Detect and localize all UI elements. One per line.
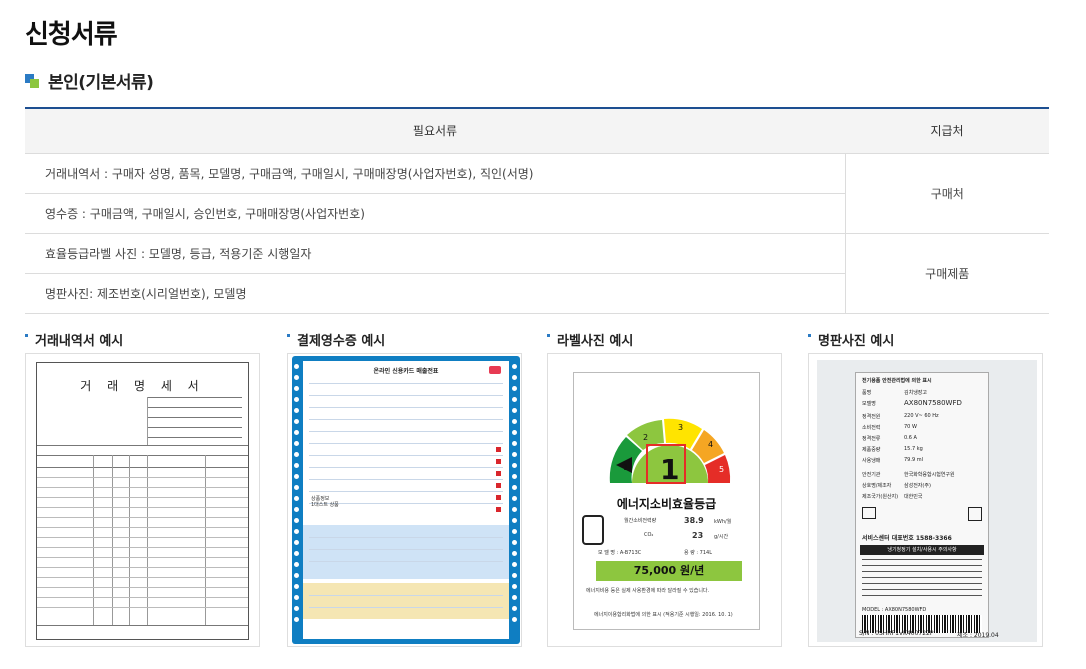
spec-value: 대한민국 — [904, 494, 923, 500]
spec-key: 모델명 — [862, 401, 876, 407]
spec-key: 품명 — [862, 390, 872, 396]
doc-cell: 효율등급라벨 사진 : 모델명, 등급, 적용기준 시행일자 — [25, 233, 845, 274]
header-required-docs: 필요서류 — [25, 108, 845, 154]
energy-label-example-image: 1 2 3 4 5 1 에너지소비효율등급 월간소비전력량 38.9 kWh/월… — [547, 353, 782, 647]
spec-value: 김치냉장고 — [904, 390, 928, 396]
receipt-document: 온라인 신용카드 매출전표 상품정보 1대스트 상품 — [292, 356, 520, 644]
table-header-row: 필요서류 지급처 — [25, 108, 1049, 154]
co2-label: CO₂ — [644, 532, 654, 538]
spec-key: 사용냉매 — [862, 458, 881, 464]
doc-cell: 거래내역서 : 구매자 성명, 품목, 모델명, 구매금액, 구매일시, 구매매… — [25, 153, 845, 194]
spec-value: 한국화학융합시험연구원 — [904, 472, 955, 478]
nameplate: 전기용품 안전관리법에 의한 표시 품명 김치냉장고 모델명 AX80N7580… — [855, 372, 989, 638]
example-label-text: 라벨사진 예시 — [557, 334, 634, 349]
efficiency-grade: 1 — [660, 453, 679, 486]
example-label-text: 결제영수증 예시 — [297, 334, 386, 349]
example-label-energy: 라벨사진 예시 — [547, 330, 633, 349]
spec-key: 상호명/제조자 — [862, 483, 892, 489]
gauge-tick-4: 4 — [708, 440, 713, 449]
example-label-text: 명판사진 예시 — [818, 334, 895, 349]
cost-note: 에너지비용 등은 실제 사용환경에 따라 달라질 수 있습니다. — [586, 588, 710, 594]
efficiency-gauge: 1 2 3 4 5 1 — [609, 418, 731, 486]
square-bullet-icon — [25, 73, 39, 88]
spec-key: 안전기관 — [862, 472, 881, 478]
power-label: 월간소비전력량 — [624, 518, 657, 524]
header-payee: 지급처 — [845, 108, 1049, 154]
nameplate-example-image: 전기용품 안전관리법에 의한 표시 품명 김치냉장고 모델명 AX80N7580… — [808, 353, 1043, 647]
warning-title: 냉기청정기 설치/사용시 주의사항 — [860, 545, 984, 555]
model-footer: MODEL : AX80N7580WFD — [862, 607, 927, 613]
nameplate-title: 전기용품 안전관리법에 의한 표시 — [862, 378, 932, 384]
payee-cell: 구매제품 — [844, 233, 1049, 314]
section-title: 본인(기본서류) — [48, 73, 154, 93]
invoice-document: 거 래 명 세 서 — [36, 362, 249, 640]
receipt-paper: 온라인 신용카드 매출전표 상품정보 1대스트 상품 — [303, 361, 509, 639]
certification-mark-icon — [862, 507, 876, 519]
label-footer: 에너지이용합리화법에 의한 표시 (적용기준 시행일: 2016. 10. 1) — [594, 612, 733, 618]
model-name: 모 델 명 : A-B713C — [598, 550, 642, 556]
payee-cell: 구매처 — [844, 153, 1049, 234]
co2-unit: g/시간 — [714, 534, 729, 540]
annual-cost: 75,000 원/년 — [596, 561, 742, 581]
spec-value: 79.9 ml — [904, 457, 923, 463]
invoice-title: 거 래 명 세 서 — [80, 379, 205, 393]
spec-value: AX80N7580WFD — [904, 399, 962, 407]
table-row: 거래내역서 : 구매자 성명, 품목, 모델명, 구매금액, 구매일시, 구매매… — [25, 153, 1049, 234]
nameplate-photo: 전기용품 안전관리법에 의한 표시 품명 김치냉장고 모델명 AX80N7580… — [817, 360, 1037, 642]
gauge-tick-1: 1 — [623, 463, 628, 472]
power-value: 38.9 — [684, 516, 704, 525]
invoice-example-image: 거 래 명 세 서 — [25, 353, 260, 647]
example-label-invoice: 거래내역서 예시 — [25, 330, 123, 349]
recycle-mark-icon — [968, 507, 982, 521]
gauge-tick-2: 2 — [643, 433, 648, 442]
page-title: 신청서류 — [25, 20, 118, 50]
receipt-item: 1대스트 상품 — [311, 502, 339, 508]
spec-key: 제품중량 — [862, 447, 881, 453]
spec-key: 정격전류 — [862, 436, 881, 442]
volume: 용 량 : 714L — [684, 550, 712, 556]
example-label-receipt: 결제영수증 예시 — [287, 330, 385, 349]
spec-value: 0.6 A — [904, 435, 917, 441]
required-documents-table: 필요서류 지급처 거래내역서 : 구매자 성명, 품목, 모델명, 구매금액, … — [25, 107, 1049, 314]
kc-mark-icon — [582, 515, 604, 545]
doc-cell: 명판사진: 제조번호(시리얼번호), 모델명 — [25, 273, 845, 314]
section-heading: 본인(기본서류) — [25, 68, 154, 93]
power-unit: kWh/월 — [714, 519, 732, 525]
table-row: 효율등급라벨 사진 : 모델명, 등급, 적용기준 시행일자 구매제품 — [25, 233, 1049, 314]
spec-value: 70 W — [904, 424, 917, 430]
spec-key: 제조국가(원산지) — [862, 494, 899, 500]
co2-value: 23 — [692, 531, 704, 540]
example-label-text: 거래내역서 예시 — [35, 334, 124, 349]
gauge-tick-5: 5 — [719, 465, 724, 474]
spec-value: 220 V~ 60 Hz — [904, 413, 939, 419]
spec-key: 소비전력 — [862, 425, 881, 431]
receipt-title: 온라인 신용카드 매출전표 — [373, 368, 439, 375]
example-label-nameplate: 명판사진 예시 — [808, 330, 894, 349]
manufacture-date: 제조 : 2019.04 — [957, 632, 999, 639]
serial-number: S/N : 0SHRP1VK400722P — [859, 630, 934, 637]
spec-value: 15.7 kg — [904, 446, 923, 452]
energy-label-title: 에너지소비효율등급 — [616, 497, 717, 511]
gauge-tick-3: 3 — [678, 423, 683, 432]
warning-text-lines — [862, 559, 982, 599]
energy-label: 1 2 3 4 5 1 에너지소비효율등급 월간소비전력량 38.9 kWh/월… — [573, 372, 760, 630]
doc-cell: 영수증 : 구매금액, 구매일시, 승인번호, 구매매장명(사업자번호) — [25, 193, 845, 234]
service-number: 서비스센터 대표번호 1588-3366 — [862, 535, 952, 542]
spec-key: 정격전원 — [862, 414, 881, 420]
receipt-example-image: 온라인 신용카드 매출전표 상품정보 1대스트 상품 — [287, 353, 522, 647]
spec-value: 삼성전자(주) — [904, 483, 931, 489]
